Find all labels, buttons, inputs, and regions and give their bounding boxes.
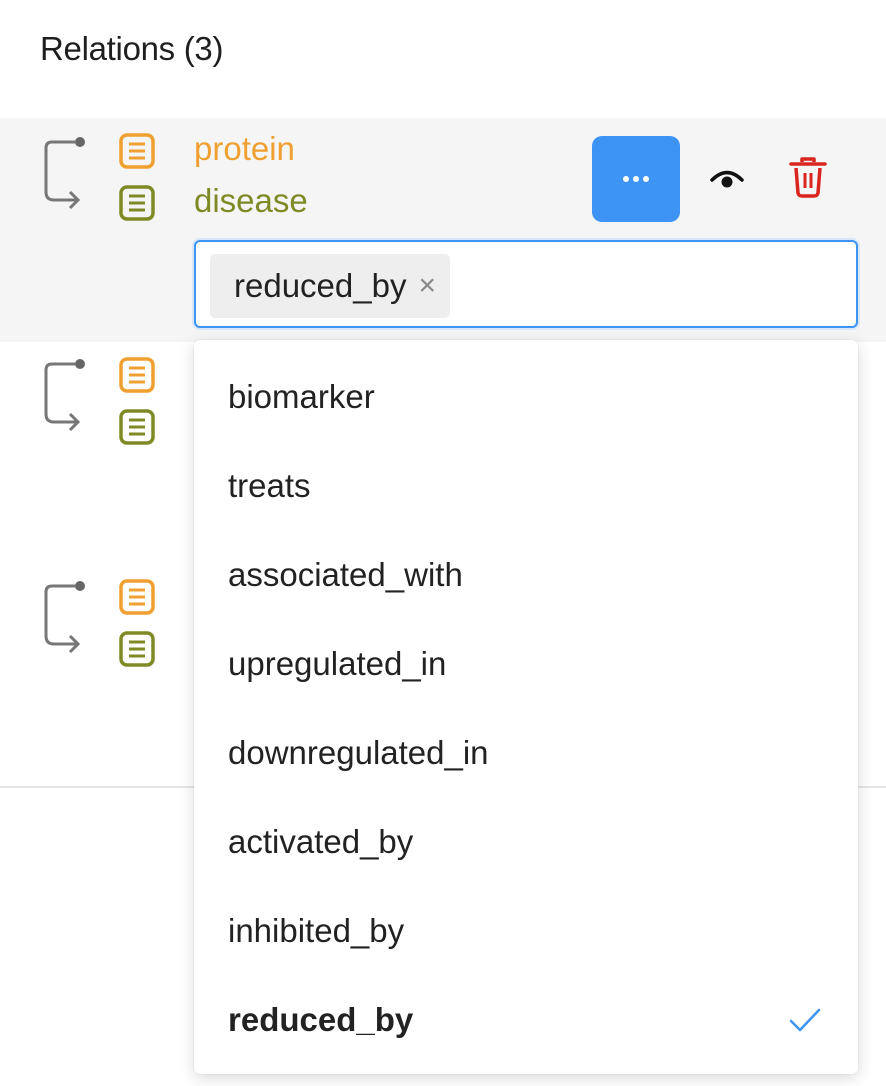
more-options-button[interactable] xyxy=(592,136,680,222)
disease-entity-icon xyxy=(119,631,155,667)
delete-relation-button[interactable] xyxy=(786,153,830,201)
dropdown-option-associated-with[interactable]: associated_with xyxy=(194,530,858,619)
view-relation-button[interactable] xyxy=(706,163,748,197)
dropdown-option-label: biomarker xyxy=(228,377,375,415)
dropdown-option-label: inhibited_by xyxy=(228,911,405,949)
relation-to-label[interactable]: disease xyxy=(194,182,308,220)
checkmark-icon xyxy=(789,1008,821,1031)
relation-arrow-icon xyxy=(44,359,85,432)
eye-icon xyxy=(710,170,744,188)
dropdown-option-biomarker[interactable]: biomarker xyxy=(194,352,858,441)
dropdown-option-label: associated_with xyxy=(228,555,463,593)
protein-entity-icon xyxy=(119,579,155,615)
selected-relation-tag: reduced_by × xyxy=(210,254,450,318)
dropdown-option-label: treats xyxy=(228,466,311,504)
relation-type-dropdown: biomarker treats associated_with upregul… xyxy=(194,340,858,1074)
remove-tag-icon[interactable]: × xyxy=(418,271,436,301)
trash-icon xyxy=(789,157,827,198)
dropdown-option-reduced-by[interactable]: reduced_by xyxy=(194,975,858,1064)
dropdown-option-upregulated-in[interactable]: upregulated_in xyxy=(194,619,858,708)
dropdown-option-treats[interactable]: treats xyxy=(194,441,858,530)
dropdown-option-label: upregulated_in xyxy=(228,644,447,682)
dropdown-option-activated-by[interactable]: activated_by xyxy=(194,797,858,886)
dropdown-option-inhibited-by[interactable]: inhibited_by xyxy=(194,886,858,975)
relation-row: protein disease reduced_by × xyxy=(0,118,886,342)
dropdown-option-label: downregulated_in xyxy=(228,733,489,771)
dropdown-option-label: activated_by xyxy=(228,822,414,860)
dropdown-option-downregulated-in[interactable]: downregulated_in xyxy=(194,708,858,797)
page-title: Relations (3) xyxy=(40,30,224,67)
relation-type-select[interactable]: reduced_by × xyxy=(194,240,858,328)
protein-entity-icon xyxy=(119,357,155,393)
relation-from-label[interactable]: protein xyxy=(194,130,295,168)
relation-arrow-icon xyxy=(44,581,85,654)
disease-entity-icon xyxy=(119,409,155,445)
disease-entity-icon xyxy=(119,185,155,221)
selected-relation-tag-label: reduced_by xyxy=(234,267,407,304)
protein-entity-icon xyxy=(119,133,155,169)
dropdown-option-label: reduced_by xyxy=(228,1000,414,1038)
ellipsis-icon xyxy=(623,176,649,182)
relation-arrow-icon xyxy=(44,137,85,210)
